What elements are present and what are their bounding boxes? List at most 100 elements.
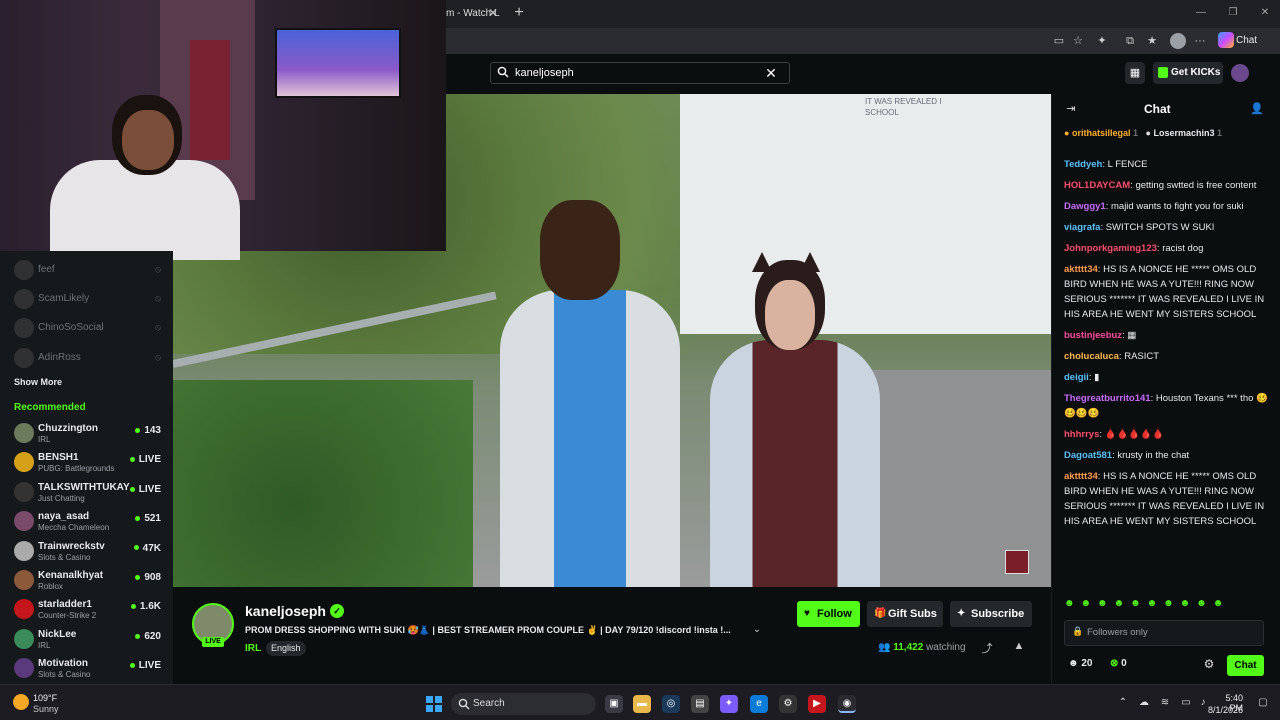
extensions-icon[interactable]: ✦ <box>1094 33 1110 49</box>
clock-date[interactable]: 8/1/2026 <box>1203 705 1243 715</box>
chat-username[interactable]: aktttt34 <box>1064 471 1098 482</box>
chat-username[interactable]: HOL1DAYCAM <box>1064 180 1130 191</box>
chat-users-icon[interactable]: 👤 <box>1250 102 1264 116</box>
copilot-icon[interactable] <box>1218 32 1234 48</box>
webcam-door <box>190 40 230 160</box>
new-tab-button[interactable]: + <box>511 4 527 22</box>
edge-icon[interactable]: e <box>750 695 768 713</box>
sidebar-item-label: naya_asad <box>38 511 90 523</box>
file-explorer-icon[interactable]: ▬ <box>633 695 651 713</box>
subscribe-button[interactable]: ✦ Subscribe <box>950 601 1032 627</box>
favorites-icon[interactable]: ★ <box>1144 33 1160 49</box>
sidebar-item-following[interactable]: ScamLikely ⦸ <box>14 287 169 313</box>
sidebar-item-recommended[interactable]: BENSH1 PUBG: Battlegrounds LIVE <box>14 450 169 476</box>
chat-username[interactable]: Dawggy1 <box>1064 201 1106 212</box>
sidebar-item-following[interactable]: feef ⦸ <box>14 258 169 284</box>
chat-username[interactable]: Teddyeh <box>1064 159 1102 170</box>
chat-username[interactable]: Thegreatburrito141 <box>1064 393 1151 404</box>
show-more-link[interactable]: Show More <box>14 377 62 387</box>
chat-username[interactable]: deigii <box>1064 372 1089 383</box>
gear-icon[interactable]: ⚙ <box>1202 657 1216 671</box>
app-icon[interactable]: ▤ <box>691 695 709 713</box>
weather-sun-icon[interactable] <box>13 694 29 710</box>
tray-chevron-icon[interactable]: ⌃ <box>1116 697 1130 711</box>
chat-username[interactable]: aktttt34 <box>1064 264 1098 275</box>
sidebar-item-label: BENSH1 <box>38 452 79 464</box>
video-man-head <box>540 200 620 300</box>
emote-bar[interactable]: ☻☻☻☻☻☻☻☻☻☻ <box>1064 598 1272 612</box>
maximize-button[interactable]: ❐ <box>1222 5 1244 21</box>
chat-input[interactable]: Followers only <box>1064 620 1264 646</box>
gift-subs-button[interactable]: 🎁 Gift Subs <box>867 601 943 627</box>
minimize-button[interactable]: — <box>1190 5 1212 21</box>
settings-app-icon[interactable]: ⚙ <box>779 695 797 713</box>
sidebar-item-label: Kenanalkhyat <box>38 570 104 581</box>
sidebar-item-recommended[interactable]: naya_asad Meccha Chameleon 521 <box>14 509 169 535</box>
chat-username[interactable]: Johnporkgaming123 <box>1064 243 1157 254</box>
sidebar-item-recommended[interactable]: TALKSWITHTUKAY Just Chatting LIVE <box>14 480 169 506</box>
close-window-button[interactable]: ✕ <box>1254 5 1276 21</box>
offline-icon: ⦸ <box>155 264 161 274</box>
sidebar-item-following[interactable]: AdinRoss ⦸ <box>14 346 169 372</box>
offline-icon: ⦸ <box>155 293 161 303</box>
kicks-count[interactable]: ⊗ 0 <box>1110 658 1127 669</box>
avatar <box>14 481 34 502</box>
profile-avatar[interactable] <box>1170 33 1186 49</box>
copilot-app-icon[interactable]: ✦ <box>720 695 738 713</box>
chevron-down-icon[interactable]: ⌄ <box>750 624 764 636</box>
sidebar-item-category: Slots & Casino <box>38 670 91 680</box>
offline-icon: ⦸ <box>155 322 161 332</box>
copilot-chat-button[interactable]: Chat <box>1236 33 1257 49</box>
chat-username[interactable]: cholucaluca <box>1064 351 1119 362</box>
sidebar-item-label: starladder1 <box>38 599 92 611</box>
cloud-icon[interactable]: ☁ <box>1137 697 1151 711</box>
taskbar-search[interactable]: Search <box>451 693 596 715</box>
sidebar-item-recommended[interactable]: Motivation Slots & Casino LIVE <box>14 656 169 682</box>
clear-search-icon[interactable]: ✕ <box>764 65 778 81</box>
sidebar-item-following[interactable]: ChinoSoSocial ⦸ <box>14 316 169 342</box>
sidebar-item-recommended[interactable]: starladder1 Counter-Strike 2 1.6K <box>14 597 169 623</box>
avatar <box>14 260 34 280</box>
language-tag[interactable]: English <box>266 641 306 656</box>
chat-message: hhhrrys: 🩸🩸🩸🩸🩸 <box>1064 427 1272 442</box>
chat-username[interactable]: bustinjeebuz <box>1064 330 1122 341</box>
steam-icon[interactable]: ◎ <box>662 695 680 713</box>
split-screen-icon[interactable]: ⧉ <box>1122 33 1138 49</box>
sidebar-item-label: Trainwreckstv <box>38 540 105 552</box>
favorite-star-icon[interactable]: ☆ <box>1070 33 1086 49</box>
youtube-icon[interactable]: ▶ <box>808 695 826 713</box>
tab-close-icon[interactable]: ✕ <box>486 5 500 21</box>
sidebar-item-viewers: 1.6K <box>131 601 161 612</box>
sidebar-item-recommended[interactable]: NickLee IRL 620 <box>14 627 169 653</box>
points-count[interactable]: ☻ 20 <box>1068 658 1092 669</box>
sidebar-item-recommended[interactable]: Trainwreckstv Slots & Casino 47K <box>14 539 169 565</box>
layout-icon[interactable]: ▦ <box>1125 62 1145 84</box>
follow-button[interactable]: ♥ Follow <box>797 601 860 627</box>
collapse-chat-icon[interactable]: ⇥ <box>1064 102 1078 116</box>
sidebar-item-recommended[interactable]: Kenanalkhyat Roblox 908 <box>14 568 169 594</box>
avatar <box>14 318 34 338</box>
notifications-icon[interactable]: ▢ <box>1256 697 1270 711</box>
sidebar-item-recommended[interactable]: Chuzzington IRL 143 <box>14 421 169 447</box>
share-icon[interactable]: ⤴ <box>980 640 994 656</box>
stream-category[interactable]: IRL <box>245 643 261 654</box>
search-value[interactable]: kaneljoseph <box>515 66 574 80</box>
chat-username[interactable]: Dagoat581 <box>1064 450 1112 461</box>
task-view-icon[interactable]: ▣ <box>605 695 623 713</box>
sidebar-item-viewers: 908 <box>135 572 161 583</box>
more-menu-icon[interactable]: ··· <box>1192 33 1208 49</box>
sidebar-item-viewers: LIVE <box>130 484 161 495</box>
chrome-icon[interactable]: ◉ <box>838 695 856 713</box>
user-avatar[interactable] <box>1231 64 1249 82</box>
report-icon[interactable]: ▲ <box>1012 640 1026 656</box>
chat-username[interactable]: hhhrrys <box>1064 429 1099 440</box>
weather-temp: 109°F <box>33 693 58 703</box>
read-mode-icon[interactable]: ▭ <box>1051 33 1067 49</box>
chat-text: getting swtted is free content <box>1135 180 1257 191</box>
display-icon[interactable]: ▭ <box>1179 697 1193 711</box>
network-icon[interactable]: ≋ <box>1158 697 1172 711</box>
send-chat-button[interactable]: Chat <box>1227 655 1264 676</box>
streamer-name[interactable]: kaneljoseph <box>245 603 326 619</box>
chat-username[interactable]: viagrafa <box>1064 222 1100 233</box>
windows-start-icon[interactable] <box>426 696 442 712</box>
